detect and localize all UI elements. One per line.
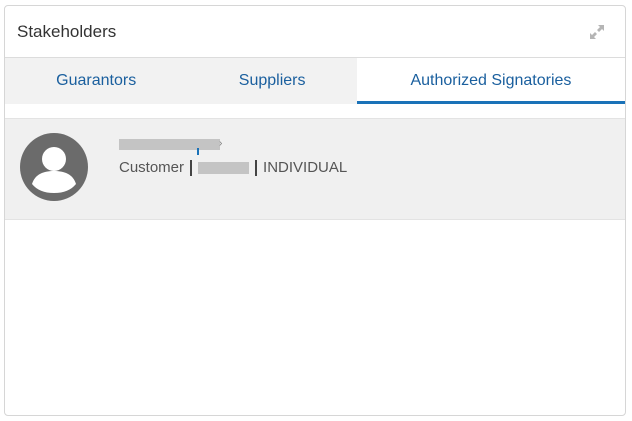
expand-icon[interactable] <box>588 23 606 41</box>
name-tail-glyph: › <box>219 138 223 149</box>
user-avatar-icon <box>19 132 89 202</box>
tab-label: Guarantors <box>56 72 137 89</box>
redacted-name <box>119 139 220 150</box>
panel-title: Stakeholders <box>17 22 117 41</box>
panel-header: Stakeholders <box>5 6 625 58</box>
list-item[interactable]: › Customer INDIVIDUAL <box>5 118 625 220</box>
stakeholders-panel: Stakeholders Guarantors Suppliers Author… <box>4 5 626 416</box>
stakeholder-type: INDIVIDUAL <box>263 159 348 176</box>
separator <box>255 159 258 176</box>
text-cursor <box>197 148 199 155</box>
stakeholder-meta: Customer INDIVIDUAL <box>119 159 347 176</box>
stakeholder-role: Customer <box>119 159 185 176</box>
tab-suppliers[interactable]: Suppliers <box>187 58 357 104</box>
separator <box>190 159 193 176</box>
tab-authorized-signatories[interactable]: Authorized Signatories <box>356 58 625 104</box>
redacted-id <box>198 161 250 174</box>
tab-bar: Guarantors Suppliers Authorized Signator… <box>5 58 625 104</box>
tab-label: Suppliers <box>238 72 306 89</box>
tab-guarantors[interactable]: Guarantors <box>5 58 188 104</box>
stakeholder-list: › Customer INDIVIDUAL <box>5 118 625 220</box>
tab-label: Authorized Signatories <box>410 72 572 89</box>
